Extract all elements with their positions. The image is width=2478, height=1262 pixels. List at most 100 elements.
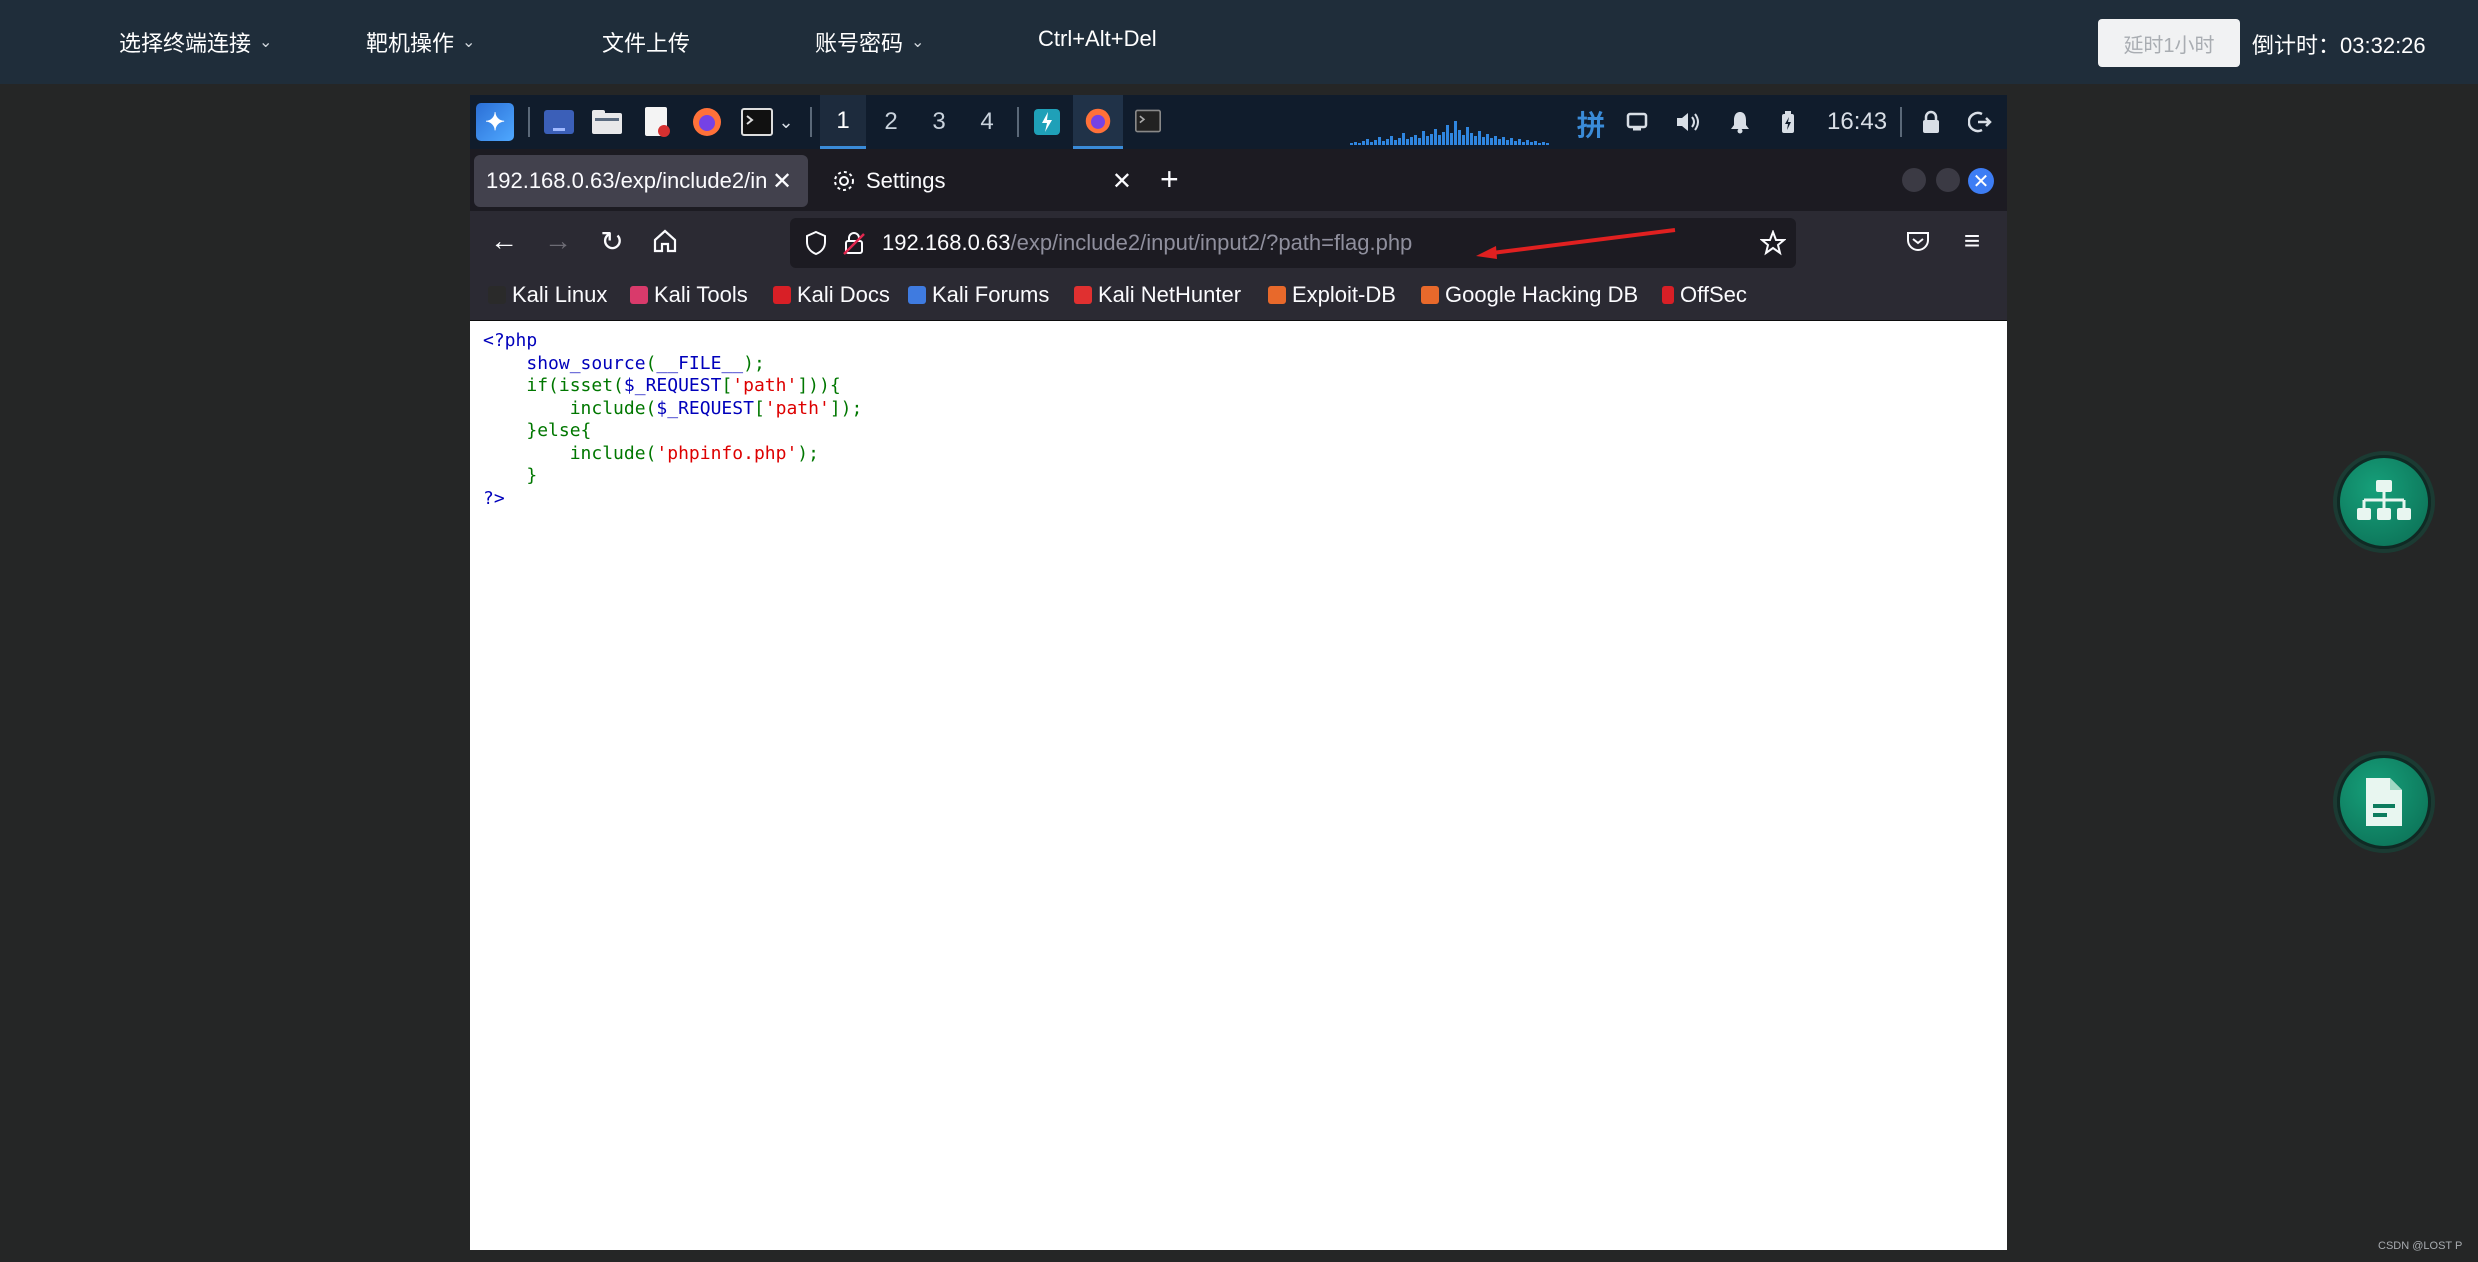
back-button[interactable]: ← — [486, 223, 522, 259]
kali-menu-icon[interactable]: ✦ — [476, 103, 514, 141]
home-button[interactable] — [647, 223, 683, 259]
workspace-3[interactable]: 3 — [916, 95, 962, 149]
menu-ctrl-alt-del[interactable]: Ctrl+Alt+Del — [1038, 26, 1157, 52]
cpu-bar — [1510, 138, 1513, 145]
cpu-bar — [1358, 143, 1361, 145]
code-token: ); — [743, 352, 765, 374]
bookmark-label: Kali Forums — [932, 282, 1050, 307]
cpu-bar — [1414, 135, 1417, 145]
taskbar-terminal[interactable] — [1125, 95, 1171, 149]
cpu-bar — [1366, 139, 1369, 145]
firefox-launcher-icon[interactable] — [690, 104, 724, 140]
cpu-bar — [1422, 131, 1425, 145]
cpu-graph — [1350, 121, 1549, 145]
menu-target-ops[interactable]: 靶机操作 ⌄ — [366, 26, 475, 58]
bookmark-label: Kali Tools — [654, 282, 748, 307]
bookmark-kali-linux[interactable]: Kali Linux — [488, 282, 607, 308]
workspace-2[interactable]: 2 — [868, 95, 914, 149]
code-token: ]); — [829, 397, 863, 419]
chevron-down-icon: ⌄ — [911, 34, 925, 51]
countdown: 倒计时：03:32:26 — [2252, 28, 2426, 60]
workspace-1[interactable]: 1 — [820, 95, 866, 149]
code-token: }else{ — [526, 420, 592, 441]
insecure-lock-icon[interactable] — [842, 230, 866, 256]
code-token: ?> — [483, 487, 505, 509]
menu-terminal-connect[interactable]: 选择终端连接 ⌄ — [119, 26, 272, 58]
cpu-bar — [1350, 143, 1353, 145]
code-token: ])){ — [797, 375, 841, 396]
cpu-bar — [1502, 137, 1505, 145]
offsec-icon — [1662, 286, 1674, 304]
bookmark-kali-docs[interactable]: Kali Docs — [773, 282, 890, 308]
chevron-down-icon: ⌄ — [462, 34, 476, 51]
bookmark-kali-tools[interactable]: Kali Tools — [630, 282, 748, 308]
text-editor-icon[interactable] — [640, 104, 674, 140]
url-bar[interactable]: 192.168.0.63/exp/include2/input/input2/?… — [790, 218, 1796, 268]
new-tab-button[interactable]: + — [1160, 161, 1179, 197]
chevron-down-icon[interactable]: ⌄ — [776, 104, 796, 140]
close-tab-icon[interactable]: ✕ — [772, 167, 792, 196]
navigation-toolbar: ← → ↻ 192.168.0.63/exp/include2/input/in… — [470, 211, 2007, 273]
display-icon[interactable] — [1622, 104, 1652, 140]
code-token: include( — [569, 397, 657, 419]
panel-separator — [1017, 107, 1019, 137]
input-method-indicator[interactable]: 拼 — [1577, 104, 1605, 144]
tracking-shield-icon[interactable] — [804, 230, 828, 256]
panel-separator — [1900, 107, 1902, 137]
hamburger-menu-icon[interactable]: ≡ — [1954, 223, 1990, 259]
bookmarks-toolbar: Kali Linux Kali Tools Kali Docs Kali For… — [470, 273, 2007, 321]
lock-screen-icon[interactable] — [1916, 104, 1946, 140]
cpu-bar — [1382, 141, 1385, 145]
page-content[interactable]: <?php show_source(__FILE__); if(isset($_… — [470, 322, 2007, 1250]
terminal-launcher-icon[interactable] — [740, 104, 774, 140]
tab-active[interactable]: 192.168.0.63/exp/include2/input/input2/?… — [474, 155, 808, 207]
panel-separator — [528, 107, 530, 137]
bookmark-kali-forums[interactable]: Kali Forums — [908, 282, 1049, 308]
kali-dragon-icon — [488, 286, 506, 304]
cpu-bar — [1370, 142, 1373, 145]
cpu-bar — [1538, 143, 1541, 145]
forward-button[interactable]: → — [540, 223, 576, 259]
tab-settings[interactable]: Settings ✕ — [822, 155, 1132, 207]
show-desktop-icon[interactable] — [542, 104, 576, 140]
volume-icon[interactable] — [1673, 104, 1703, 140]
app-launcher-icon[interactable] — [1030, 104, 1064, 140]
logout-icon[interactable] — [1965, 104, 1995, 140]
url-text: 192.168.0.63/exp/include2/input/input2/?… — [882, 230, 1412, 256]
exploit-db-icon — [1268, 286, 1286, 304]
file-manager-icon[interactable] — [590, 104, 624, 140]
maximize-window-button[interactable] — [1936, 168, 1960, 192]
cpu-bar — [1530, 142, 1533, 145]
bookmark-kali-nethunter[interactable]: Kali NetHunter — [1074, 282, 1241, 308]
document-icon — [2366, 778, 2402, 826]
bookmark-star-icon[interactable] — [1760, 230, 1786, 256]
nethunter-icon — [1074, 286, 1092, 304]
cpu-bar — [1470, 133, 1473, 145]
workspace-4[interactable]: 4 — [964, 95, 1010, 149]
php-source-code: <?php show_source(__FILE__); if(isset($_… — [483, 330, 862, 510]
battery-icon[interactable] — [1775, 104, 1801, 140]
menu-ctrl-alt-del-label: Ctrl+Alt+Del — [1038, 26, 1157, 51]
bookmark-offsec[interactable]: OffSec — [1662, 282, 1747, 308]
document-button[interactable] — [2337, 755, 2431, 849]
network-topology-button[interactable] — [2337, 455, 2431, 549]
cpu-bar — [1486, 134, 1489, 145]
notification-bell-icon[interactable] — [1725, 104, 1755, 140]
menu-account-password[interactable]: 账号密码 ⌄ — [815, 26, 924, 58]
pocket-icon[interactable] — [1900, 223, 1936, 259]
menu-file-upload[interactable]: 文件上传 — [602, 26, 690, 58]
cpu-bar — [1490, 138, 1493, 145]
bookmark-google-hacking-db[interactable]: Google Hacking DB — [1421, 282, 1638, 308]
vm-screen[interactable]: ✦ ⌄ 1 2 3 4 拼 16:43 192.168.0.63/exp/inc… — [470, 95, 2007, 1250]
close-tab-icon[interactable]: ✕ — [1112, 167, 1132, 196]
taskbar-firefox[interactable] — [1073, 95, 1123, 149]
close-window-button[interactable]: ✕ — [1968, 168, 1994, 194]
minimize-window-button[interactable] — [1902, 168, 1926, 192]
bookmark-label: Kali NetHunter — [1098, 282, 1242, 307]
panel-clock[interactable]: 16:43 — [1827, 108, 1887, 136]
reload-button[interactable]: ↻ — [594, 223, 630, 259]
bookmark-exploit-db[interactable]: Exploit-DB — [1268, 282, 1396, 308]
browser-tab-strip: 192.168.0.63/exp/include2/input/input2/?… — [470, 149, 2007, 211]
cpu-bar — [1442, 132, 1445, 145]
extend-time-button[interactable]: 延时1小时 — [2098, 19, 2240, 67]
